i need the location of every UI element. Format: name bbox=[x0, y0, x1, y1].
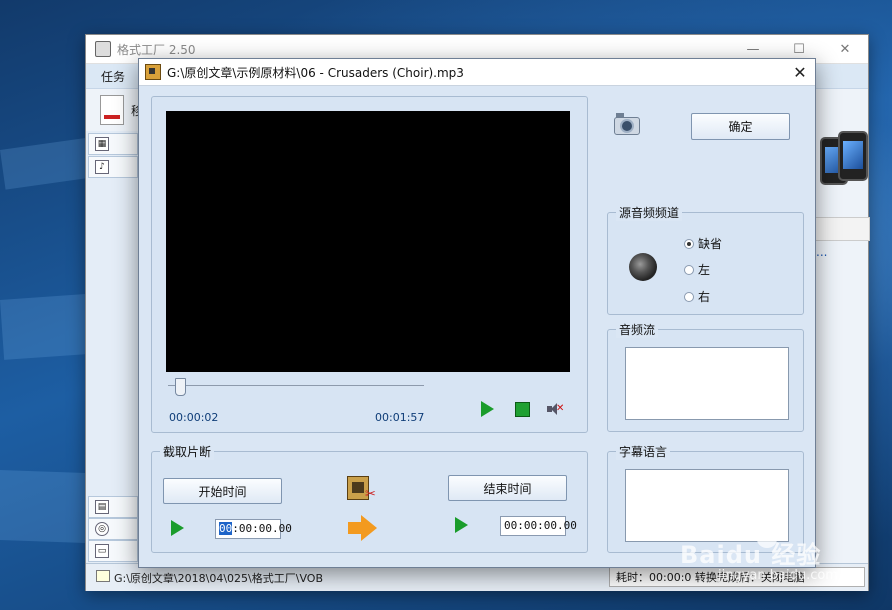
main-right-panel: ... bbox=[814, 131, 870, 563]
confirm-button[interactable]: 确定 bbox=[691, 113, 790, 140]
radio-right[interactable]: 右 bbox=[684, 288, 710, 305]
start-time-selected: 00 bbox=[219, 522, 233, 535]
main-left-sidebar: ▦ ♪ ▤ ◎ ▭ bbox=[86, 131, 139, 563]
audio-channel-panel: 源音频频道 缺省 左 右 bbox=[607, 204, 804, 315]
speaker-icon bbox=[629, 253, 657, 281]
clip-dialog: G:\原创文章\示例原材料\06 - Crusaders (Choir).mp3… bbox=[138, 58, 816, 568]
audio-stream-list[interactable] bbox=[625, 347, 789, 420]
list-ellipsis: ... bbox=[816, 245, 828, 259]
start-time-rest: :00:00.00 bbox=[232, 522, 292, 535]
film-scissors-icon[interactable]: ✂ bbox=[347, 474, 377, 502]
end-time-input[interactable]: 00:00:00.00 bbox=[500, 516, 577, 536]
dialog-close-icon[interactable]: ✕ bbox=[785, 59, 815, 85]
player-panel: 00:00:02 00:01:57 ✕ bbox=[151, 96, 588, 433]
close-icon[interactable]: ✕ bbox=[822, 35, 868, 63]
seek-slider-track[interactable] bbox=[168, 385, 424, 386]
music-note-icon: ♪ bbox=[95, 160, 109, 174]
watermark-url: jingyan.baidu.com bbox=[718, 568, 838, 583]
video-icon: ▦ bbox=[95, 137, 109, 151]
seek-slider-thumb[interactable] bbox=[175, 378, 187, 396]
radio-right-label: 右 bbox=[698, 290, 711, 304]
sidebar-item-video[interactable]: ▦ bbox=[88, 133, 138, 155]
sidebar-item-audio[interactable]: ♪ bbox=[88, 156, 138, 178]
folder-icon[interactable] bbox=[96, 570, 110, 582]
start-time-input[interactable]: 00:00:00.00 bbox=[215, 519, 292, 539]
stop-icon[interactable] bbox=[515, 402, 530, 417]
dialog-titlebar: G:\原创文章\示例原材料\06 - Crusaders (Choir).mp3… bbox=[139, 59, 815, 86]
dialog-title: G:\原创文章\示例原材料\06 - Crusaders (Choir).mp3 bbox=[167, 65, 464, 80]
sidebar-item-picture[interactable]: ▤ bbox=[88, 496, 138, 518]
audio-stream-panel: 音频流 bbox=[607, 321, 804, 432]
current-time: 00:00:02 bbox=[169, 411, 219, 424]
play-icon[interactable] bbox=[481, 401, 494, 417]
menu-task[interactable]: 任务 bbox=[101, 68, 125, 85]
radio-default-label: 缺省 bbox=[698, 237, 723, 251]
audio-stream-title: 音频流 bbox=[616, 321, 659, 338]
radio-left-dot[interactable] bbox=[684, 264, 694, 275]
subtitle-lang-title: 字幕语言 bbox=[616, 443, 671, 460]
clip-panel: 截取片断 开始时间 ✂ 结束时间 00:00:00.00 00:00:00.00 bbox=[151, 443, 588, 553]
mute-icon[interactable]: ✕ bbox=[547, 402, 564, 416]
list-header bbox=[814, 217, 870, 241]
sidebar-item-tools[interactable]: ▭ bbox=[88, 540, 138, 562]
format-factory-icon bbox=[95, 41, 111, 57]
audio-channel-title: 源音频频道 bbox=[616, 204, 683, 221]
arrow-right-icon bbox=[348, 515, 378, 541]
radio-left-label: 左 bbox=[698, 263, 711, 277]
sidebar-item-rom[interactable]: ◎ bbox=[88, 518, 138, 540]
output-path: G:\原创文章\2018\04\025\格式工厂\VOB bbox=[114, 572, 323, 585]
remove-document-icon[interactable] bbox=[100, 95, 124, 125]
clip-section-title: 截取片断 bbox=[160, 443, 215, 460]
play-end-icon[interactable] bbox=[455, 517, 468, 533]
total-time: 00:01:57 bbox=[375, 411, 425, 424]
play-start-icon[interactable] bbox=[171, 520, 184, 536]
radio-left[interactable]: 左 bbox=[684, 261, 710, 278]
tools-icon: ▭ bbox=[95, 544, 109, 558]
start-time-button[interactable]: 开始时间 bbox=[163, 478, 282, 504]
film-icon bbox=[145, 64, 161, 80]
radio-default[interactable]: 缺省 bbox=[684, 235, 722, 252]
radio-default-dot[interactable] bbox=[684, 238, 694, 249]
phone-icon bbox=[838, 131, 868, 181]
end-time-button[interactable]: 结束时间 bbox=[448, 475, 567, 501]
camera-icon[interactable] bbox=[612, 111, 640, 135]
disc-icon: ◎ bbox=[95, 522, 109, 536]
watermark-brand: Baidu 经验 bbox=[680, 541, 822, 569]
radio-right-dot[interactable] bbox=[684, 291, 694, 302]
video-preview bbox=[166, 111, 570, 372]
picture-icon: ▤ bbox=[95, 500, 109, 514]
main-window-title: 格式工厂 2.50 bbox=[117, 42, 196, 57]
